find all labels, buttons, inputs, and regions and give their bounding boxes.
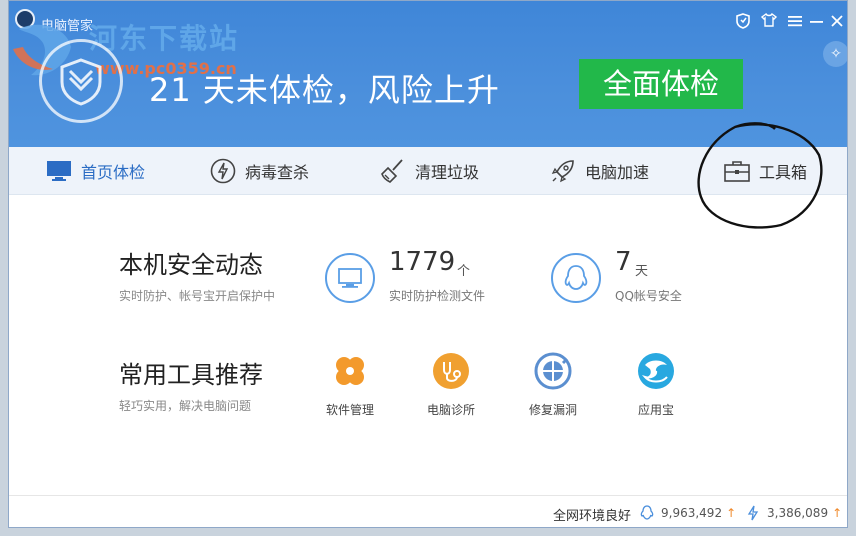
qq-penguin-icon: [551, 253, 601, 303]
up-arrow-icon: ↑: [726, 506, 737, 520]
protected-files-label: 实时防护检测文件: [389, 289, 486, 303]
checkup-status-text: 21 天未体检，风险上升: [149, 71, 500, 109]
nav-item-virus-scan[interactable]: 病毒查杀: [209, 147, 309, 195]
qq-safe-days-unit: 天: [635, 264, 649, 279]
patch-globe-icon: [534, 352, 572, 390]
up-arrow-icon: ↑: [832, 506, 843, 520]
minimize-icon[interactable]: [807, 13, 827, 33]
nav-item-label: 电脑加速: [585, 163, 650, 182]
protected-files-unit: 个: [457, 264, 471, 279]
hand-drawn-circle-annotation: [697, 122, 823, 229]
security-shield-icon: [39, 39, 123, 123]
penguin-icon: [640, 505, 654, 520]
footer-stat-protected-users: 9,963,492 ↑: [639, 505, 736, 521]
realtime-protection-icon: [325, 253, 375, 303]
lightning-icon: [209, 157, 237, 185]
security-section-title: 本机安全动态: [119, 251, 263, 279]
tool-pc-clinic[interactable]: 电脑诊所: [411, 351, 491, 418]
security-section-subtitle: 实时防护、帐号宝开启保护中: [119, 289, 276, 303]
stat-protected-users-value: 9,963,492: [661, 506, 723, 520]
nav-item-speed-up[interactable]: 电脑加速: [549, 147, 649, 195]
tool-label: 应用宝: [637, 403, 674, 417]
app-window: 电脑管家 河东下载站 www.pc0359.cn 21 天未体检，风险上升 全面…: [8, 0, 848, 528]
rocket-icon: [549, 157, 577, 185]
nav-item-label: 病毒查杀: [245, 163, 310, 182]
close-icon[interactable]: [827, 13, 847, 33]
tool-software-manager[interactable]: 软件管理: [310, 351, 390, 418]
app-store-icon: [638, 353, 674, 389]
menu-icon[interactable]: [785, 13, 805, 33]
skin-icon[interactable]: [759, 12, 779, 33]
monitor-icon: [45, 157, 73, 185]
full-scan-button[interactable]: 全面体检: [579, 59, 743, 109]
nav-item-label: 清理垃圾: [415, 163, 480, 182]
stat-blocked-value: 3,386,089: [767, 506, 829, 520]
tool-label: 软件管理: [325, 403, 374, 417]
stethoscope-icon: [433, 353, 469, 389]
tool-app-store[interactable]: 应用宝: [616, 351, 696, 418]
nav-item-label: 首页体检: [81, 163, 146, 182]
network-status-text: 全网环境良好: [553, 509, 632, 524]
tools-section-subtitle: 轻巧实用，解决电脑问题: [119, 399, 252, 413]
status-footer: 全网环境良好 9,963,492 ↑ 3,386,089 ↑: [9, 495, 847, 527]
sparkle-icon[interactable]: ✧: [823, 41, 847, 67]
tools-section-title: 常用工具推荐: [119, 361, 263, 389]
footer-stat-blocked: 3,386,089 ↑: [745, 505, 842, 521]
protected-files-count: 1779: [389, 247, 456, 277]
lightning-small-icon: [747, 505, 759, 521]
nav-item-home-checkup[interactable]: 首页体检: [45, 147, 145, 195]
tool-fix-vulnerability[interactable]: 修复漏洞: [513, 351, 593, 418]
shield-small-icon[interactable]: [733, 13, 753, 33]
qq-account-label: QQ帐号安全: [615, 289, 682, 303]
tool-label: 电脑诊所: [426, 403, 475, 417]
tool-label: 修复漏洞: [528, 403, 577, 417]
qq-safe-days: 7: [615, 247, 632, 277]
nav-item-clean-junk[interactable]: 清理垃圾: [379, 147, 479, 195]
broom-icon: [379, 157, 407, 185]
clover-icon: [336, 357, 364, 385]
